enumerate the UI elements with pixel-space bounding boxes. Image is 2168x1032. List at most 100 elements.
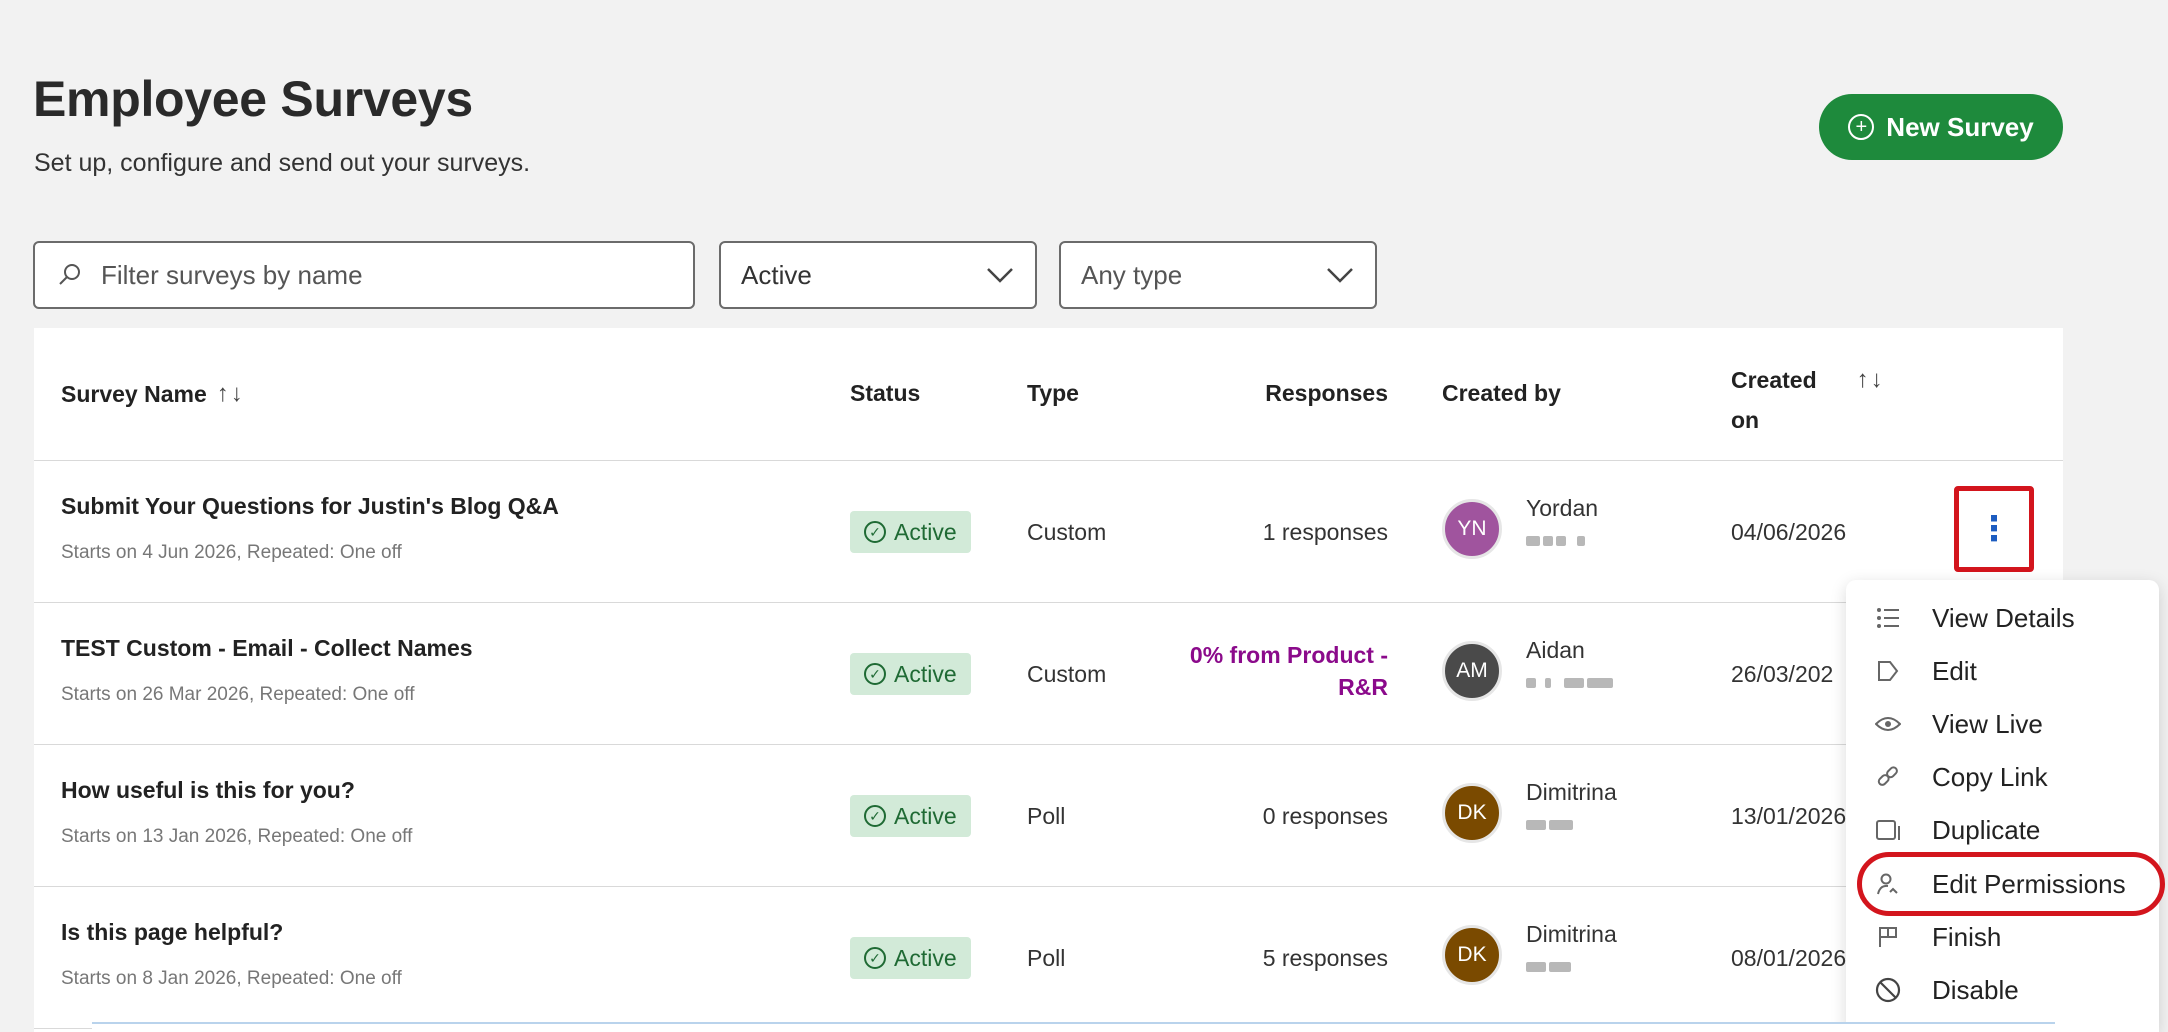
- survey-schedule: Starts on 4 Jun 2026, Repeated: One off: [61, 542, 402, 563]
- menu-item-label: Disable: [1932, 974, 2019, 1005]
- bottom-panel-edge: [92, 1022, 2055, 1032]
- sort-arrows-icon[interactable]: ↑↓: [1857, 366, 1885, 394]
- person-icon: [1874, 870, 1902, 898]
- disable-icon: [1874, 976, 1902, 1004]
- list-icon: [1874, 604, 1902, 632]
- kebab-menu-icon: ⋮: [1977, 510, 2011, 548]
- check-circle-icon: ✓: [864, 805, 886, 827]
- column-created-on-label-1: Created: [1731, 367, 1817, 393]
- menu-item-copy-link[interactable]: Copy Link: [1846, 753, 2159, 801]
- avatar: DK: [1442, 925, 1502, 985]
- column-responses: Responses: [1265, 380, 1388, 407]
- survey-schedule: Starts on 26 Mar 2026, Repeated: One off: [61, 684, 415, 705]
- avatar: AM: [1442, 641, 1502, 701]
- duplicate-icon: [1874, 816, 1902, 844]
- menu-item-edit[interactable]: Edit: [1846, 647, 2159, 695]
- status-badge: ✓ Active: [850, 653, 971, 695]
- creator-name: Yordan: [1526, 495, 1599, 521]
- table-row[interactable]: How useful is this for you? Starts on 13…: [34, 745, 2063, 887]
- column-created-by: Created by: [1442, 380, 1561, 407]
- check-circle-icon: ✓: [864, 663, 886, 685]
- survey-search-field[interactable]: [33, 241, 695, 309]
- survey-responses[interactable]: 0% from Product - R&R: [1148, 639, 1388, 703]
- menu-item-view-details[interactable]: View Details: [1846, 594, 2159, 642]
- menu-item-edit-permissions[interactable]: Edit Permissions: [1846, 860, 2159, 908]
- column-survey-name[interactable]: Survey Name ↑↓: [61, 380, 245, 408]
- new-survey-label: New Survey: [1886, 111, 2034, 142]
- survey-responses-line-1: 0% from Product -: [1189, 642, 1388, 668]
- survey-responses-line-2: R&R: [1338, 674, 1388, 700]
- type-filter-value: Any type: [1081, 259, 1183, 290]
- survey-type: Custom: [1027, 519, 1107, 545]
- menu-item-label: Edit: [1932, 655, 1977, 686]
- menu-item-label: View Details: [1932, 602, 2075, 633]
- new-survey-button[interactable]: + New Survey: [1819, 94, 2063, 160]
- menu-item-duplicate[interactable]: Duplicate: [1846, 806, 2159, 854]
- search-icon: [59, 264, 80, 285]
- page: Employee Surveys Set up, configure and s…: [0, 0, 2168, 1032]
- redacted-surname: [1526, 820, 1617, 830]
- flag-icon: [1874, 923, 1902, 951]
- created-date: 04/06/2026: [1731, 519, 1847, 545]
- table-row[interactable]: TEST Custom - Email - Collect Names Star…: [34, 603, 2063, 745]
- plus-circle-icon: +: [1848, 114, 1875, 140]
- redacted-surname: [1526, 536, 1598, 546]
- eye-icon: [1874, 710, 1902, 738]
- status-badge-label: Active: [894, 944, 957, 971]
- survey-name[interactable]: How useful is this for you?: [61, 777, 412, 804]
- status-filter-value: Active: [741, 259, 812, 290]
- row-actions-menu: View Details Edit View Live Copy Link Du…: [1846, 580, 2159, 1032]
- creator-name: Aidan: [1526, 637, 1585, 663]
- status-badge: ✓ Active: [850, 511, 971, 553]
- survey-type: Poll: [1027, 945, 1066, 971]
- search-input[interactable]: [101, 259, 661, 291]
- menu-item-label: Copy Link: [1932, 761, 2048, 792]
- chevron-down-icon: [987, 268, 1013, 283]
- survey-name[interactable]: TEST Custom - Email - Collect Names: [61, 635, 473, 662]
- survey-name[interactable]: Is this page helpful?: [61, 919, 402, 946]
- page-title: Employee Surveys: [33, 71, 473, 127]
- survey-name[interactable]: Submit Your Questions for Justin's Blog …: [61, 493, 559, 520]
- surveys-table: Survey Name ↑↓ Status Type Responses Cre…: [34, 328, 2063, 1032]
- status-badge-label: Active: [894, 518, 957, 545]
- created-date: 13/01/2026: [1731, 803, 1847, 829]
- status-badge: ✓ Active: [850, 795, 971, 837]
- menu-item-finish[interactable]: Finish: [1846, 913, 2159, 961]
- menu-item-label: Edit Permissions: [1932, 868, 2126, 899]
- column-status: Status: [850, 380, 920, 407]
- row-actions-button[interactable]: ⋮: [1954, 486, 2034, 572]
- check-circle-icon: ✓: [864, 947, 886, 969]
- avatar: DK: [1442, 783, 1502, 843]
- table-row[interactable]: Submit Your Questions for Justin's Blog …: [34, 461, 2063, 603]
- survey-responses: 5 responses: [1262, 945, 1388, 971]
- table-row[interactable]: Is this page helpful? Starts on 8 Jan 20…: [34, 887, 2063, 1029]
- status-badge-label: Active: [894, 802, 957, 829]
- survey-type: Custom: [1027, 661, 1107, 687]
- created-date: 26/03/202: [1731, 661, 1834, 687]
- chevron-down-icon: [1327, 268, 1353, 283]
- creator-name: Dimitrina: [1526, 921, 1617, 947]
- menu-item-view-live[interactable]: View Live: [1846, 700, 2159, 748]
- sort-arrows-icon[interactable]: ↑↓: [217, 380, 245, 408]
- table-header: Survey Name ↑↓ Status Type Responses Cre…: [34, 328, 2063, 461]
- type-filter-select[interactable]: Any type: [1059, 241, 1377, 309]
- status-badge: ✓ Active: [850, 937, 971, 979]
- status-badge-label: Active: [894, 660, 957, 687]
- menu-item-label: View Live: [1932, 708, 2043, 739]
- redacted-surname: [1526, 678, 1613, 688]
- survey-schedule: Starts on 13 Jan 2026, Repeated: One off: [61, 826, 413, 847]
- column-created-on[interactable]: Created on ↑↓: [1731, 360, 1885, 440]
- column-status-label: Status: [850, 380, 921, 406]
- menu-item-label: Duplicate: [1932, 814, 2041, 845]
- check-circle-icon: ✓: [864, 521, 886, 543]
- column-type-label: Type: [1027, 380, 1079, 406]
- menu-item-disable[interactable]: Disable: [1846, 966, 2159, 1014]
- column-created-by-label: Created by: [1442, 380, 1561, 406]
- column-type: Type: [1027, 380, 1079, 407]
- status-filter-select[interactable]: Active: [719, 241, 1037, 309]
- survey-responses: 0 responses: [1262, 803, 1388, 829]
- menu-item-label: Finish: [1932, 921, 2002, 952]
- survey-responses: 1 responses: [1262, 519, 1388, 545]
- link-icon: [1874, 763, 1902, 791]
- column-created-on-label-2: on: [1731, 407, 1760, 433]
